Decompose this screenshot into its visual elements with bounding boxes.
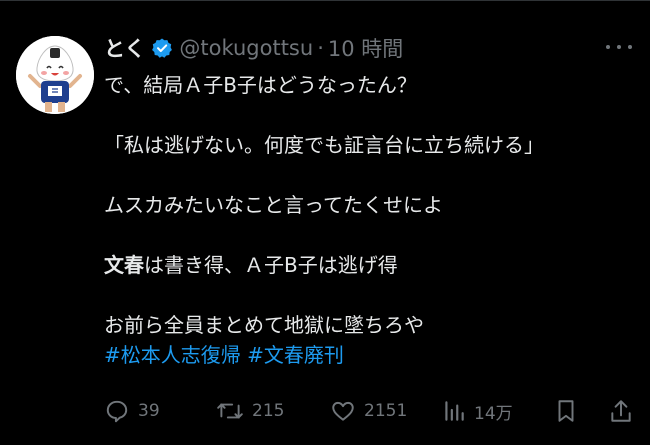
tweet-line: ムスカみたいなこと言ってたくせによ: [104, 193, 443, 217]
bold-text: 文春: [104, 253, 144, 277]
share-icon: [611, 400, 631, 422]
onigiri-mascot-icon: [16, 36, 94, 114]
header-separator: ·: [317, 36, 324, 60]
repost-icon: [217, 403, 243, 419]
like-button[interactable]: 2151: [330, 396, 407, 426]
repost-button[interactable]: 215: [216, 396, 284, 426]
verified-badge-icon: [151, 37, 173, 59]
tweet-line: 「私は逃げない。何度でも証言台に立ち続ける」: [104, 133, 544, 157]
avatar[interactable]: [16, 36, 94, 114]
tweet-header: とく @tokugottsu · 10 時間: [104, 33, 403, 63]
views-button[interactable]: 14万: [442, 396, 513, 426]
reply-count: 39: [138, 401, 160, 421]
hashtag-line: #松本人志復帰 #文春廃刊: [104, 340, 634, 370]
reply-icon: [106, 400, 128, 423]
action-bar: 39 215 2151 14万: [104, 396, 638, 426]
repost-count: 215: [252, 401, 285, 421]
more-icon[interactable]: [606, 40, 632, 54]
line-text: は書き得、Ａ子B子は逃げ得: [144, 253, 398, 277]
hashtag-link[interactable]: #松本人志復帰: [104, 343, 241, 367]
reply-button[interactable]: 39: [104, 396, 160, 426]
views-count: 14万: [474, 403, 513, 424]
tweet-text: で、結局Ａ子B子はどうなったん？ 「私は逃げない。何度でも証言台に立ち続ける」 …: [104, 70, 634, 370]
like-icon: [332, 401, 354, 421]
display-name[interactable]: とく: [104, 33, 145, 63]
like-count: 2151: [364, 401, 408, 421]
bookmark-button[interactable]: [554, 396, 578, 426]
bookmark-icon: [558, 400, 574, 422]
timestamp[interactable]: 10 時間: [328, 33, 403, 63]
tweet-line: お前ら全員まとめて地獄に墜ちろや: [104, 313, 424, 337]
share-button[interactable]: [609, 396, 633, 426]
views-icon: [445, 401, 464, 421]
tweet-line: で、結局Ａ子B子はどうなったん？: [104, 73, 417, 97]
top-divider: [0, 0, 650, 1]
handle[interactable]: @tokugottsu: [179, 36, 313, 60]
hashtag-link[interactable]: #文春廃刊: [247, 343, 344, 367]
tweet-line: 文春は書き得、Ａ子B子は逃げ得: [104, 250, 634, 280]
